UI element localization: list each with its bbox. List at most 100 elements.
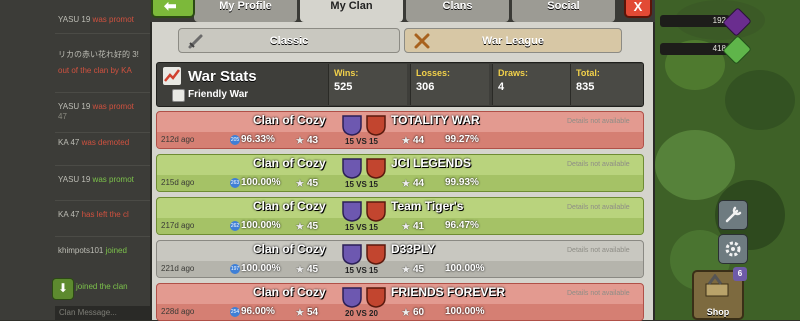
opponent-name: D33PLY — [391, 242, 436, 256]
clan-badges-icon — [342, 158, 386, 179]
opponent-stars: 44 — [413, 135, 425, 146]
star-icon: ★ — [295, 135, 305, 147]
clan-stars: 43 — [307, 135, 319, 146]
clan-destruction: 100.00% — [241, 177, 281, 188]
war-size: 15 VS 15 — [345, 223, 378, 232]
war-log-row[interactable]: 228d ago Clan of Cozy FRIENDS FOREVER 254 96… — [156, 283, 644, 321]
war-log-row[interactable]: 212d ago Clan of Cozy TOTALITY WAR 205 96.33… — [156, 111, 644, 149]
chart-icon — [163, 67, 181, 85]
clan-message-input[interactable]: Clan Message... — [55, 306, 150, 320]
tab-clans[interactable]: Clans — [406, 0, 509, 22]
shop-cart-icon — [705, 274, 729, 297]
opponent-destruction: 99.27% — [445, 134, 479, 145]
gear-icon — [725, 241, 741, 257]
war-stats-title: War Stats — [188, 68, 257, 85]
wrench-icon — [725, 206, 742, 223]
clan-name: Clan of Cozy — [253, 285, 326, 299]
chat-message: KA 47 has left the cl — [58, 210, 129, 219]
losses-value: 306 — [416, 81, 435, 93]
sword-icon — [188, 34, 203, 49]
opponent-destruction: 99.93% — [445, 177, 479, 188]
clan-stars: 45 — [307, 264, 319, 275]
classic-war-tab[interactable]: Classic — [178, 28, 400, 53]
war-time-ago: 217d ago — [161, 221, 195, 230]
tree — [655, 130, 735, 200]
clan-destruction: 100.00% — [241, 263, 281, 274]
shop-label: Shop — [706, 307, 730, 317]
star-icon: ★ — [295, 307, 305, 319]
war-log-row[interactable]: 217d ago Clan of Cozy Team Tiger's 262 100.0… — [156, 197, 644, 235]
clan-badges-icon — [342, 244, 386, 265]
clan-destruction: 96.33% — [241, 134, 275, 145]
friendly-war-label: Friendly War — [188, 89, 249, 100]
clan-chat-panel: YASU 19 was promot リカの赤い花れ好的 3! out of t… — [0, 0, 150, 320]
clan-name: Clan of Cozy — [253, 242, 326, 256]
chat-message: リカの赤い花れ好的 3! — [58, 50, 139, 59]
opponent-stars: 41 — [413, 221, 425, 232]
back-button[interactable]: ⬅ — [151, 0, 195, 18]
opponent-destruction: 100.00% — [445, 263, 485, 274]
settings-button[interactable] — [718, 234, 748, 264]
war-time-ago: 215d ago — [161, 178, 195, 187]
war-time-ago: 212d ago — [161, 135, 195, 144]
arrow-left-icon: ⬅ — [164, 0, 177, 15]
total-value: 835 — [576, 81, 595, 93]
chat-joined-text: joined the clan — [76, 282, 128, 291]
tab-bar: My Profile My Clan Clans Social — [150, 0, 655, 22]
close-button[interactable]: X — [624, 0, 652, 18]
tools-button[interactable] — [718, 200, 748, 230]
star-icon: ★ — [295, 178, 305, 190]
details-not-available: Details not available — [567, 118, 630, 125]
star-icon: ★ — [401, 178, 411, 190]
divider — [55, 236, 150, 237]
total-stat: Total: 835 — [570, 64, 643, 105]
classic-label: Classic — [269, 35, 309, 47]
opponent-destruction: 96.47% — [445, 220, 479, 231]
clan-badges-icon — [342, 287, 386, 308]
arrow-down-icon: ⬇ — [58, 281, 69, 295]
opponent-name: JCI LEGENDS — [391, 156, 472, 170]
clan-name: Clan of Cozy — [253, 199, 326, 213]
details-not-available: Details not available — [567, 204, 630, 211]
tree — [725, 70, 795, 130]
opponent-name: Team Tiger's — [391, 199, 464, 213]
chat-message: YASU 19 was promot — [58, 175, 134, 184]
star-icon: ★ — [401, 221, 411, 233]
tab-my-clan[interactable]: My Clan — [300, 0, 403, 22]
star-icon: ★ — [401, 264, 411, 276]
tab-social[interactable]: Social — [512, 0, 615, 22]
war-time-ago: 228d ago — [161, 307, 195, 316]
chat-message: YASU 19 was promot — [58, 15, 134, 24]
war-log-row[interactable]: 221d ago Clan of Cozy D33PLY 197 100.00% ★ 45 1… — [156, 240, 644, 278]
draws-label: Draws: — [498, 68, 529, 78]
war-size: 15 VS 15 — [345, 137, 378, 146]
war-league-tab[interactable]: War League — [404, 28, 622, 53]
star-icon: ★ — [401, 307, 411, 319]
clan-badges-icon — [342, 115, 386, 136]
friendly-war-checkbox[interactable] — [172, 89, 185, 102]
clan-name: Clan of Cozy — [253, 156, 326, 170]
wins-label: Wins: — [334, 68, 359, 78]
star-icon: ★ — [401, 135, 411, 147]
divider — [55, 33, 150, 34]
tab-my-profile[interactable]: My Profile — [194, 0, 297, 22]
war-size: 15 VS 15 — [345, 266, 378, 275]
divider — [55, 200, 150, 201]
scroll-down-button[interactable]: ⬇ — [52, 278, 74, 300]
opponent-destruction: 100.00% — [445, 306, 485, 317]
war-league-label: War League — [482, 35, 544, 47]
chat-message: 47 — [58, 112, 67, 121]
opponent-stars: 44 — [413, 178, 425, 189]
opponent-name: FRIENDS FOREVER — [391, 285, 506, 299]
crossed-swords-icon — [414, 33, 430, 49]
war-time-ago: 221d ago — [161, 264, 195, 273]
total-label: Total: — [576, 68, 600, 78]
wins-value: 525 — [334, 81, 353, 93]
divider — [55, 92, 150, 93]
chat-message: khimpots101 joined — [58, 246, 127, 255]
clan-level-badge: 262 — [230, 221, 240, 231]
war-log-row[interactable]: 215d ago Clan of Cozy JCI LEGENDS 263 100.00… — [156, 154, 644, 192]
wins-stat: Wins: 525 — [328, 64, 407, 105]
clan-stars: 54 — [307, 307, 319, 318]
opponent-stars: 45 — [413, 264, 425, 275]
